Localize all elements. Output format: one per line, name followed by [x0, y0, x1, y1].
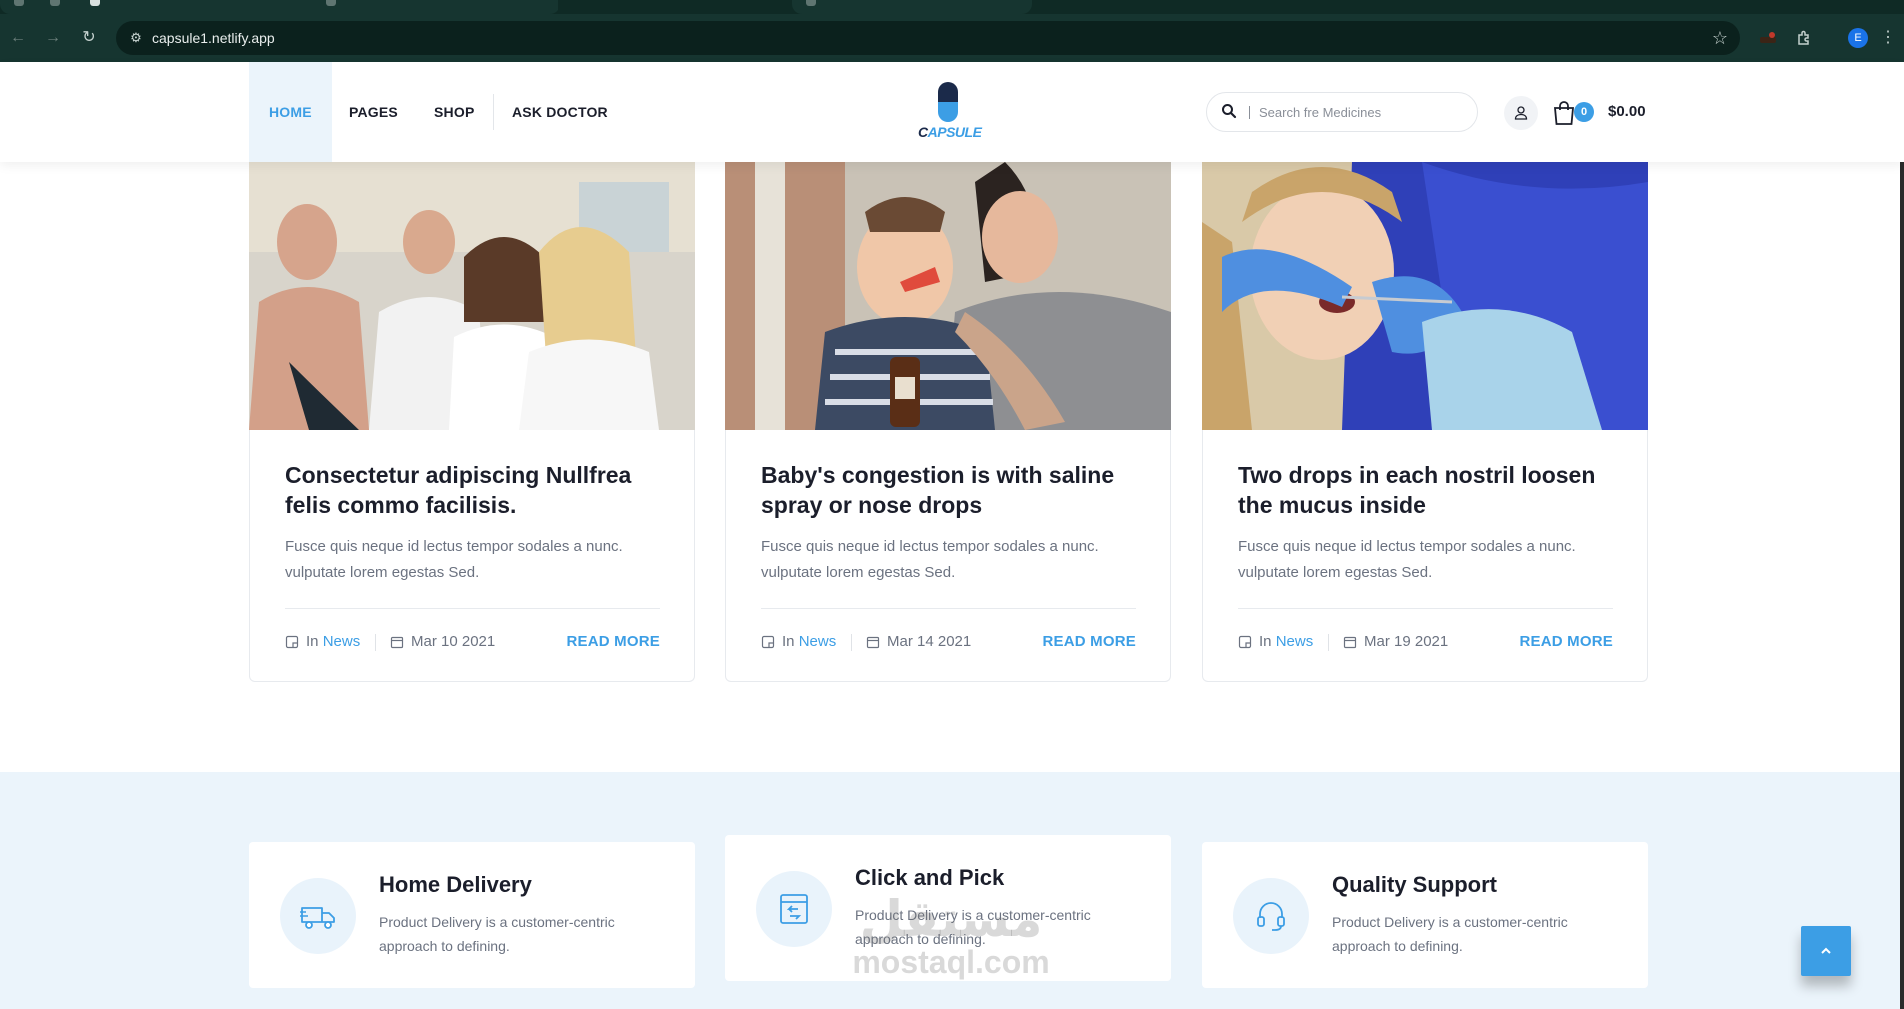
blog-excerpt: Fusce quis neque id lectus tempor sodale… — [761, 538, 1099, 581]
feature-description: Product Delivery is a customer-centric a… — [1332, 914, 1568, 954]
click-pick-icon — [780, 894, 808, 924]
feature-title: Quality Support — [1332, 872, 1497, 897]
chevron-up-icon — [1821, 947, 1831, 954]
blog-title[interactable]: Two drops in each nostril loosen the muc… — [1238, 460, 1618, 520]
address-bar[interactable]: ⚙ capsule1.netlify.app ☆ — [116, 21, 1740, 55]
bookmark-star-icon[interactable]: ☆ — [1712, 27, 1728, 49]
browser-tab-active[interactable] — [558, 0, 792, 14]
feature-icon-circle — [1233, 878, 1309, 954]
blog-title[interactable]: Consectetur adipiscing Nullfrea felis co… — [285, 460, 665, 520]
search-divider — [1249, 106, 1250, 119]
card-divider — [761, 608, 1136, 609]
browser-tab[interactable] — [792, 0, 1032, 14]
feature-icon-circle — [280, 878, 356, 954]
blog-card: Consectetur adipiscing Nullfrea felis co… — [249, 162, 695, 682]
blog-category: In News — [1259, 633, 1314, 650]
card-divider — [1238, 608, 1613, 609]
account-button[interactable] — [1504, 96, 1538, 130]
nav-divider — [493, 94, 494, 130]
feature-quality-support[interactable]: Quality Support Product Delivery is a cu… — [1202, 842, 1648, 988]
page-scrollbar[interactable] — [1900, 62, 1904, 1009]
tab-favicon-icon — [50, 0, 60, 6]
category-link[interactable]: News — [323, 633, 361, 650]
search-box[interactable] — [1206, 92, 1478, 132]
blog-meta: In News Mar 19 2021 READ MORE — [1238, 630, 1613, 654]
read-more-link[interactable]: READ MORE — [567, 630, 660, 654]
feature-title: Home Delivery — [379, 872, 532, 897]
blog-date: Mar 19 2021 — [1364, 633, 1449, 650]
feature-icon-circle — [756, 871, 832, 947]
browser-toolbar: ← → ↻ ⚙ capsule1.netlify.app ☆ E ⋮ — [0, 14, 1904, 62]
category-link[interactable]: News — [1276, 633, 1314, 650]
tab-favicon-icon — [14, 0, 24, 6]
shopping-bag-icon[interactable] — [1552, 100, 1576, 126]
capsule-logo-icon — [938, 82, 958, 122]
tab-favicon-icon — [326, 0, 336, 6]
delivery-truck-icon — [300, 907, 335, 929]
feature-title: Click and Pick — [855, 865, 1005, 890]
folder-icon — [285, 635, 299, 649]
tab-favicon-icon — [806, 0, 816, 6]
blog-image-baby-medicine[interactable] — [725, 162, 1171, 430]
read-more-link[interactable]: READ MORE — [1520, 630, 1613, 654]
nav-ask-doctor[interactable]: ASK DOCTOR — [512, 62, 608, 162]
logo-wordmark: CAPSULE — [918, 124, 982, 140]
cart-total[interactable]: $0.00 — [1608, 102, 1646, 122]
puzzle-extensions-icon[interactable] — [1792, 26, 1816, 50]
calendar-icon — [866, 636, 880, 649]
blog-date: Mar 14 2021 — [887, 633, 972, 650]
nav-pages[interactable]: PAGES — [349, 62, 398, 162]
nav-home[interactable]: HOME — [249, 62, 332, 162]
folder-icon — [1238, 635, 1252, 649]
reload-icon[interactable]: ↻ — [77, 26, 101, 50]
meta-divider — [851, 634, 852, 651]
search-icon[interactable] — [1221, 103, 1237, 119]
browser-tab[interactable] — [0, 0, 560, 14]
forward-icon[interactable]: → — [41, 26, 65, 50]
blog-card: Two drops in each nostril loosen the muc… — [1202, 162, 1648, 682]
search-input[interactable] — [1259, 102, 1459, 122]
blog-category: In News — [306, 633, 361, 650]
read-more-link[interactable]: READ MORE — [1043, 630, 1136, 654]
meta-divider — [1328, 634, 1329, 651]
site-info-icon[interactable]: ⚙ — [126, 28, 146, 48]
extension-icon[interactable] — [1756, 26, 1780, 50]
nav-shop[interactable]: SHOP — [434, 62, 474, 162]
card-divider — [285, 608, 660, 609]
blog-date: Mar 10 2021 — [411, 633, 496, 650]
blog-excerpt: Fusce quis neque id lectus tempor sodale… — [1238, 538, 1576, 581]
scroll-to-top-button[interactable] — [1801, 926, 1851, 976]
address-bar-url[interactable]: capsule1.netlify.app — [152, 30, 275, 46]
back-icon[interactable]: ← — [6, 26, 30, 50]
cart-count-badge: 0 — [1574, 102, 1594, 122]
calendar-icon — [390, 636, 404, 649]
tab-favicon-icon — [90, 0, 100, 6]
headset-icon — [1257, 902, 1285, 931]
user-icon — [1514, 106, 1528, 120]
blog-card: Baby's congestion is with saline spray o… — [725, 162, 1171, 682]
blog-image-medical-students[interactable] — [249, 162, 695, 430]
browser-menu-icon[interactable]: ⋮ — [1880, 26, 1896, 50]
feature-home-delivery[interactable]: Home Delivery Product Delivery is a cust… — [249, 842, 695, 988]
blog-excerpt: Fusce quis neque id lectus tempor sodale… — [285, 538, 623, 581]
feature-description: Product Delivery is a customer-centric a… — [379, 914, 615, 954]
browser-tab-strip — [0, 0, 1904, 14]
blog-category: In News — [782, 633, 837, 650]
meta-divider — [375, 634, 376, 651]
blog-image-dentist-child[interactable] — [1202, 162, 1648, 430]
blog-title[interactable]: Baby's congestion is with saline spray o… — [761, 460, 1141, 520]
profile-avatar[interactable]: E — [1848, 28, 1868, 48]
site-logo[interactable]: CAPSULE — [918, 82, 982, 146]
category-link[interactable]: News — [799, 633, 837, 650]
mostaql-watermark: مستقل mostaql.com — [852, 890, 1050, 980]
folder-icon — [761, 635, 775, 649]
blog-meta: In News Mar 14 2021 READ MORE — [761, 630, 1136, 654]
calendar-icon — [1343, 636, 1357, 649]
site-header: HOME PAGES SHOP ASK DOCTOR CAPSULE 0 $0.… — [0, 62, 1904, 162]
blog-meta: In News Mar 10 2021 READ MORE — [285, 630, 660, 654]
